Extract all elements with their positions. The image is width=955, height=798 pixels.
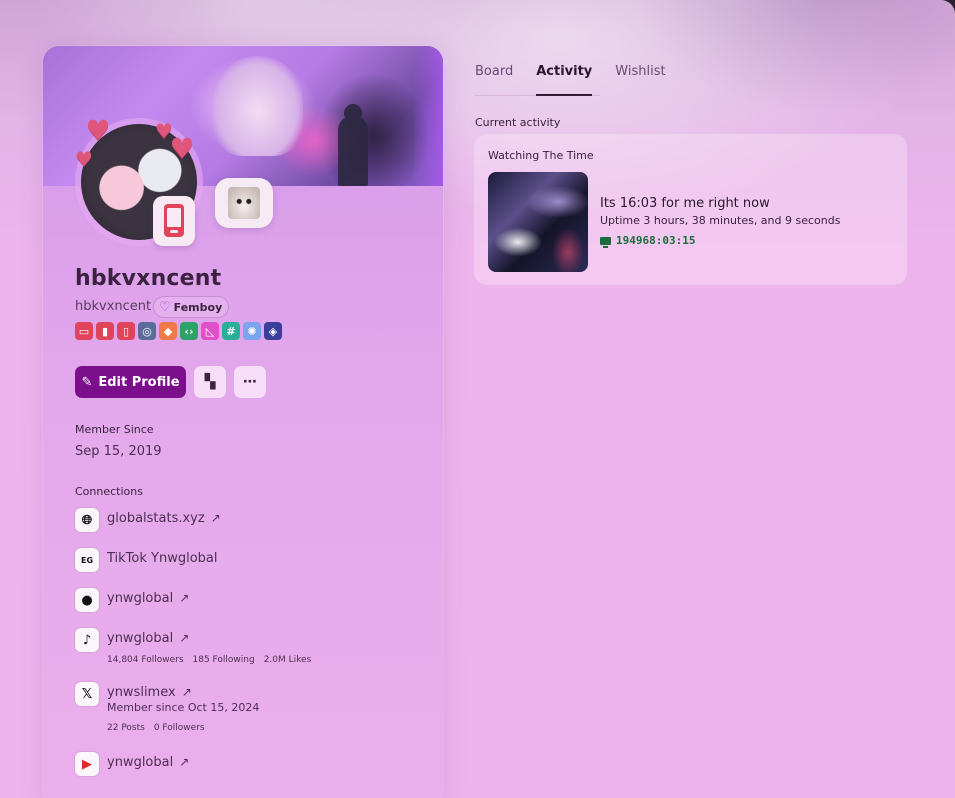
banner-silhouette [338,104,368,186]
connection-name: ynwglobal [107,755,174,770]
activity-elapsed: 194968:03:15 [600,234,696,248]
edit-profile-label: Edit Profile [98,374,180,390]
triangle-badge-icon[interactable]: ◺ [201,322,219,340]
pencil-icon: ✎ [81,374,93,390]
activity-title: Watching The Time [488,149,594,162]
profile-tag[interactable]: ♡ Femboy [153,296,230,318]
connection-name: ynwglobal [107,591,174,606]
github-icon: ● [75,588,99,612]
connection-name: ynwglobal [107,631,174,646]
tiktok-icon: ♪ [75,628,99,652]
external-link-icon: ↗ [179,631,190,645]
activity-card[interactable]: Watching The Time Its 16:03 for me right… [475,135,906,284]
hashtag-badge-icon[interactable]: # [222,322,240,340]
heart-outline-icon: ♡ [159,299,171,315]
heart-decoration-icon: ♥ [169,132,195,165]
custom-status-bubble[interactable] [215,178,273,228]
edit-profile-button[interactable]: ✎ Edit Profile [75,366,186,398]
bars-badge-icon[interactable]: ▮ [96,322,114,340]
tabs-divider [475,95,600,96]
tab-board[interactable]: Board [475,64,513,96]
activity-details: Its 16:03 for me right now [600,196,770,211]
profile-tabs: Board Activity Wishlist [475,64,689,96]
connection-name: ynwslimex [107,685,176,700]
username[interactable]: hbkvxncent [75,299,151,314]
member-since-date: Sep 15, 2019 [75,444,162,459]
elapsed-time: 194968:03:15 [616,234,696,247]
users-icon: ▚ [204,374,216,390]
connection-name: TikTok Ynwglobal [107,551,218,566]
phone-badge-icon[interactable]: ▯ [117,322,135,340]
heart-decoration-icon: ♥ [75,147,93,171]
heart-decoration-icon: ♥ [85,114,111,147]
x-member-since: Member since Oct 15, 2024 [107,701,260,714]
gear-badge-icon[interactable]: ✺ [243,322,261,340]
hypesquad-badge-icon[interactable]: ◆ [159,322,177,340]
profile-window: ♥ ♥ ♥ ♥ hbkvxncent hbkvxncent ♡ Femboy ▭… [0,0,955,798]
cat-emoji-icon [228,187,260,219]
external-link-icon: ↗ [181,685,192,699]
activity-state: Uptime 3 hours, 38 minutes, and 9 second… [600,214,841,227]
external-link-icon: ↗ [179,755,190,769]
youtube-icon: ▶ [75,752,99,776]
more-dots-icon: ⋯ [243,374,257,390]
friends-button[interactable]: ▚ [194,366,226,398]
display-name: hbkvxncent [75,266,222,291]
tiktok-followers: 14,804 Followers [107,655,184,665]
profile-tag-label: Femboy [173,300,223,314]
tab-wishlist[interactable]: Wishlist [615,64,665,96]
quest-badge-icon[interactable]: ◈ [264,322,282,340]
x-posts: 22 Posts [107,723,145,733]
developer-badge-icon[interactable]: ‹› [180,322,198,340]
current-activity-label: Current activity [475,116,561,129]
activity-image [488,172,588,272]
x-followers: 0 Followers [153,723,205,733]
banner-art [213,56,303,156]
tiktok-likes: 2.0M Likes [263,655,312,665]
tab-activity[interactable]: Activity [536,64,593,96]
connections-title: Connections [75,485,143,498]
x-icon: 𝕏 [75,682,99,706]
connection-stats: 14,804 Followers 185 Following 2.0M Likes [107,655,320,665]
connection-name: globalstats.xyz [107,511,205,526]
external-link-icon: ↗ [179,591,190,605]
more-options-button[interactable]: ⋯ [234,366,266,398]
mobile-status-icon [153,196,195,246]
connection-stats: 22 Posts 0 Followers [107,723,214,733]
nitro-badge-icon[interactable]: ◎ [138,322,156,340]
monitor-icon [600,236,611,248]
monitor-badge-icon[interactable]: ▭ [75,322,93,340]
badge-row: ▭ ▮ ▯ ◎ ◆ ‹› ◺ # ✺ ◈ [75,322,282,340]
tiktok-following: 185 Following [192,655,255,665]
external-link-icon: ↗ [210,511,221,525]
epic-games-icon: EG [75,548,99,572]
globe-icon: 🌐︎ [75,508,99,532]
profile-card: ♥ ♥ ♥ ♥ hbkvxncent hbkvxncent ♡ Femboy ▭… [43,46,443,798]
member-since-title: Member Since [75,423,154,436]
